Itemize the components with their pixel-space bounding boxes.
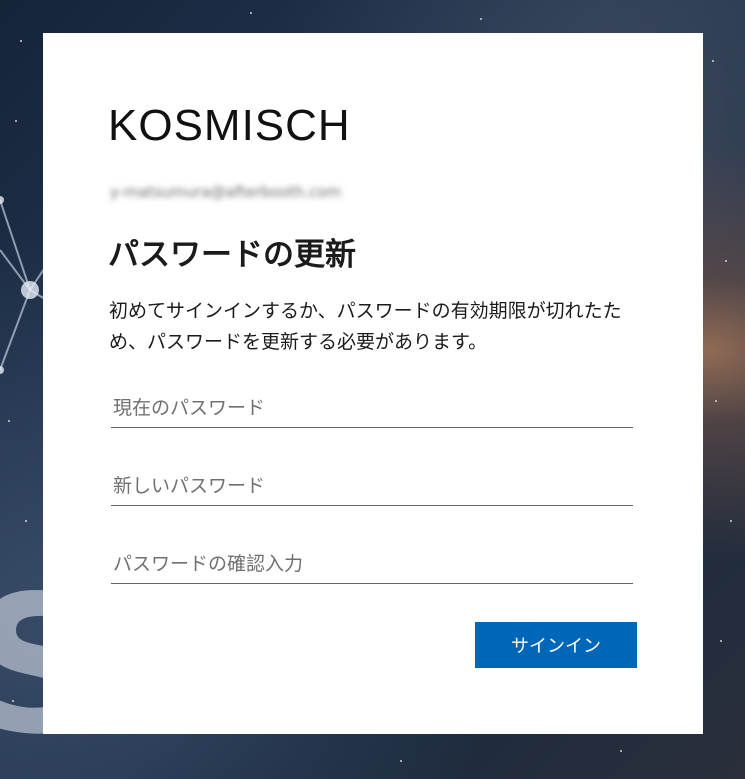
account-email: y-matsumura@afterbooth.com	[110, 183, 342, 201]
page-description: 初めてサインインするか、パスワードの有効期限が切れたため、パスワードを更新する必…	[109, 300, 622, 353]
current-password-field[interactable]	[111, 388, 633, 428]
signin-button[interactable]: サインイン	[475, 622, 637, 668]
new-password-field[interactable]	[111, 466, 633, 506]
password-update-card: KOSMISCH y-matsumura@afterbooth.com パスワー…	[43, 33, 703, 734]
brand-logo: KOSMISCH	[108, 101, 351, 150]
page-title: パスワードの更新	[108, 237, 356, 273]
confirm-password-field[interactable]	[111, 544, 633, 584]
